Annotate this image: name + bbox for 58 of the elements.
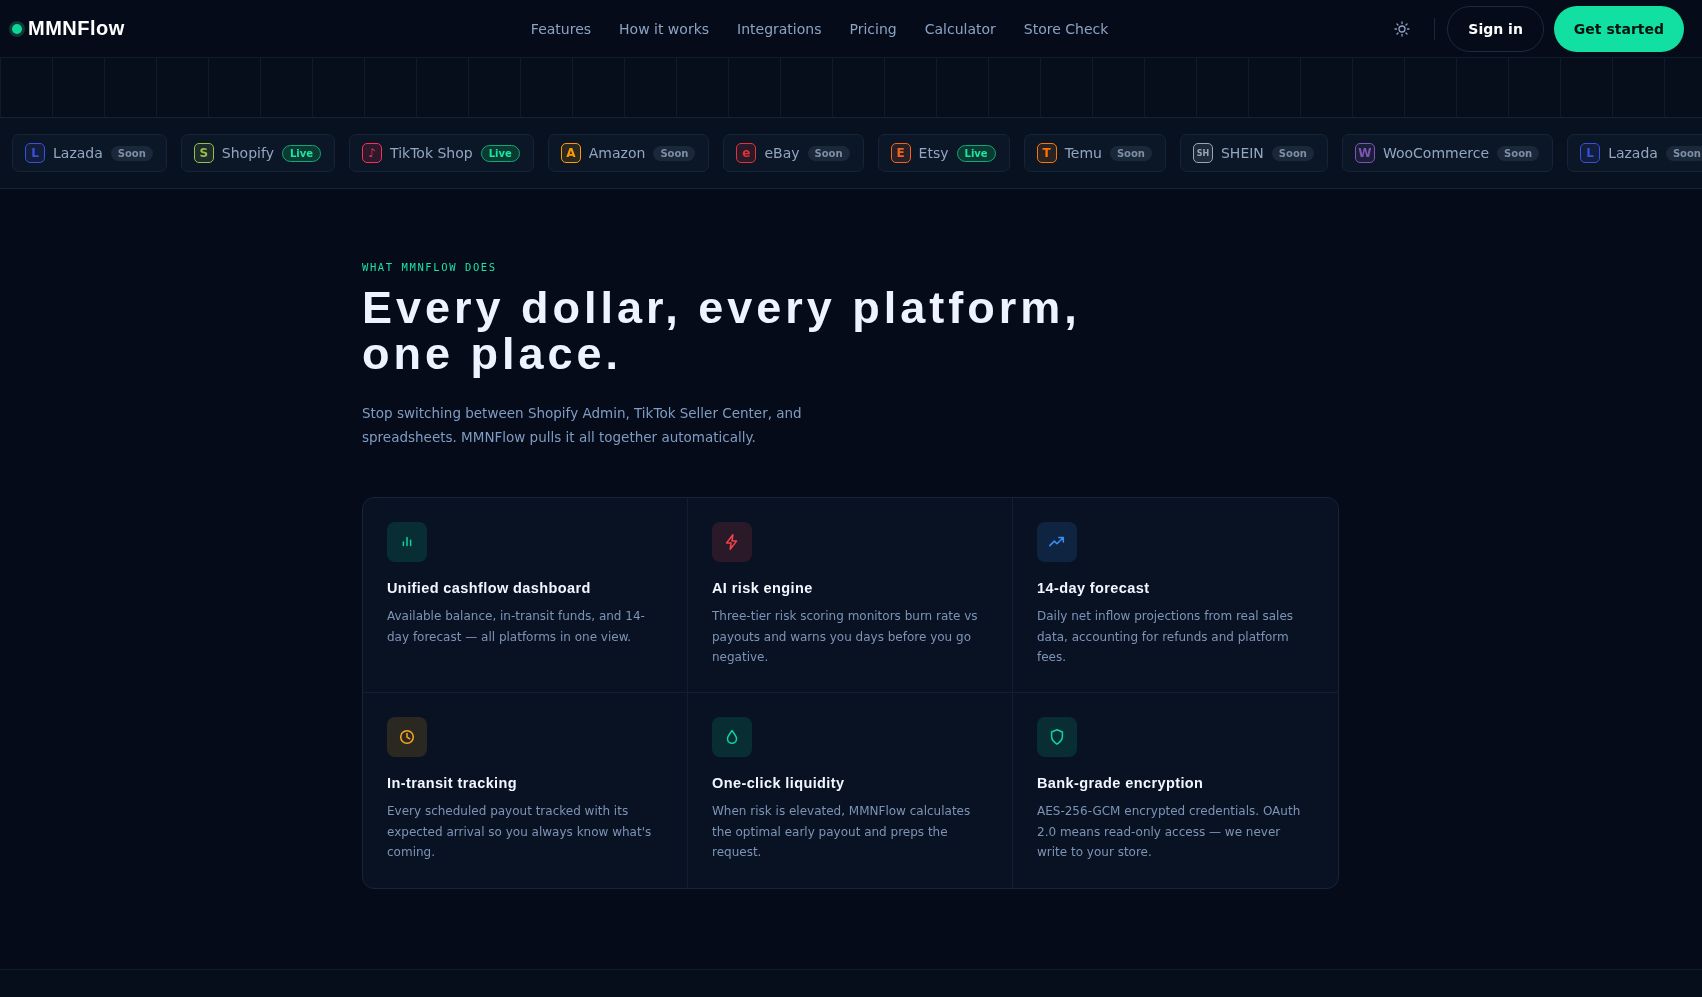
nav-link[interactable]: How it works <box>619 20 710 37</box>
section-eyebrow: WHAT MMNFLOW DOES <box>362 261 498 273</box>
platform-name: Etsy <box>918 145 949 161</box>
platform-name: SHEIN <box>1221 145 1264 161</box>
nav-link[interactable]: Store Check <box>1023 20 1109 37</box>
nav-link[interactable]: Integrations <box>737 20 822 37</box>
feature-description: Available balance, in-transit funds, and 14-day forecast — all platforms in one view. <box>387 608 646 646</box>
feature-title: AI risk engine <box>712 580 814 596</box>
platform-name: Lazada <box>1608 145 1658 161</box>
platform-name: Lazada <box>53 145 103 161</box>
feature-title: 14-day forecast <box>1037 580 1151 596</box>
get-started-button[interactable]: Get started <box>1553 5 1684 52</box>
section-heading: one place. <box>362 331 623 377</box>
platform-name: Amazon <box>588 145 646 161</box>
status-badge: Soon <box>110 145 153 161</box>
feature-title: Bank-grade encryption <box>1037 775 1205 791</box>
status-badge: Soon <box>653 145 696 161</box>
platform-name: Temu <box>1064 145 1102 161</box>
feature-description: Daily net inflow projections from real sales data, accounting for refunds and platform fees. <box>1037 608 1295 666</box>
platform-logo: SH <box>1193 143 1213 163</box>
feature-title: Unified cashflow dashboard <box>387 580 592 596</box>
shield-icon <box>1048 728 1066 746</box>
platform-logo: A <box>560 143 581 163</box>
feature-description: AES-256-GCM encrypted credentials. OAuth 2.0 means read-only access — we never write to your store. <box>1037 803 1302 861</box>
feature-description: When risk is elevated, MMNFlow calculates the optimal early payout and preps the request. <box>712 803 972 861</box>
nav-link[interactable]: Calculator <box>924 20 996 37</box>
section-heading: Every dollar, every platform, <box>362 285 1081 331</box>
platform-logo: L <box>1580 143 1601 163</box>
feature-description: Three-tier risk scoring monitors burn rate vs payouts and warns you days before you go negative. <box>712 608 979 666</box>
status-badge: Live <box>480 144 520 162</box>
platform-name: TikTok Shop <box>390 145 473 161</box>
feature-title: In-transit tracking <box>387 775 519 791</box>
status-badge: Live <box>956 144 996 162</box>
platform-logo: e <box>736 143 757 163</box>
platform-logo: L <box>25 143 45 163</box>
platform-name: WooCommerce <box>1382 145 1490 161</box>
logo-dot-icon <box>12 23 22 34</box>
theme-toggle-icon[interactable] <box>1394 20 1411 37</box>
platform-logo: E <box>890 143 911 163</box>
platform-name: Shopify <box>221 145 274 161</box>
logo[interactable]: MMNFlow <box>28 17 125 40</box>
feature-description: Every scheduled payout tracked with its expected arrival so you always know what's coming. <box>387 803 653 861</box>
platform-logo: W <box>1354 143 1375 163</box>
platform-logo: ♪ <box>362 143 383 163</box>
clock-icon <box>398 728 416 746</box>
status-badge: Soon <box>1109 145 1152 161</box>
section-description: Stop switching between Shopify Admin, TikTok Seller Center, and spreadsheets. MMNFlow pulls it all together automatically. <box>362 404 802 447</box>
platform-logo: S <box>193 143 214 163</box>
platform-name: eBay <box>764 145 800 161</box>
status-badge: Soon <box>1271 145 1314 161</box>
status-badge: Soon <box>1497 145 1540 161</box>
status-badge: Soon <box>1665 145 1702 161</box>
feature-title: One-click liquidity <box>712 775 846 791</box>
nav-link[interactable]: Features <box>530 20 592 37</box>
status-badge: Live <box>281 144 322 162</box>
platform-logo: T <box>1036 143 1057 163</box>
nav-link[interactable]: Pricing <box>849 20 897 37</box>
status-badge: Soon <box>807 145 850 161</box>
